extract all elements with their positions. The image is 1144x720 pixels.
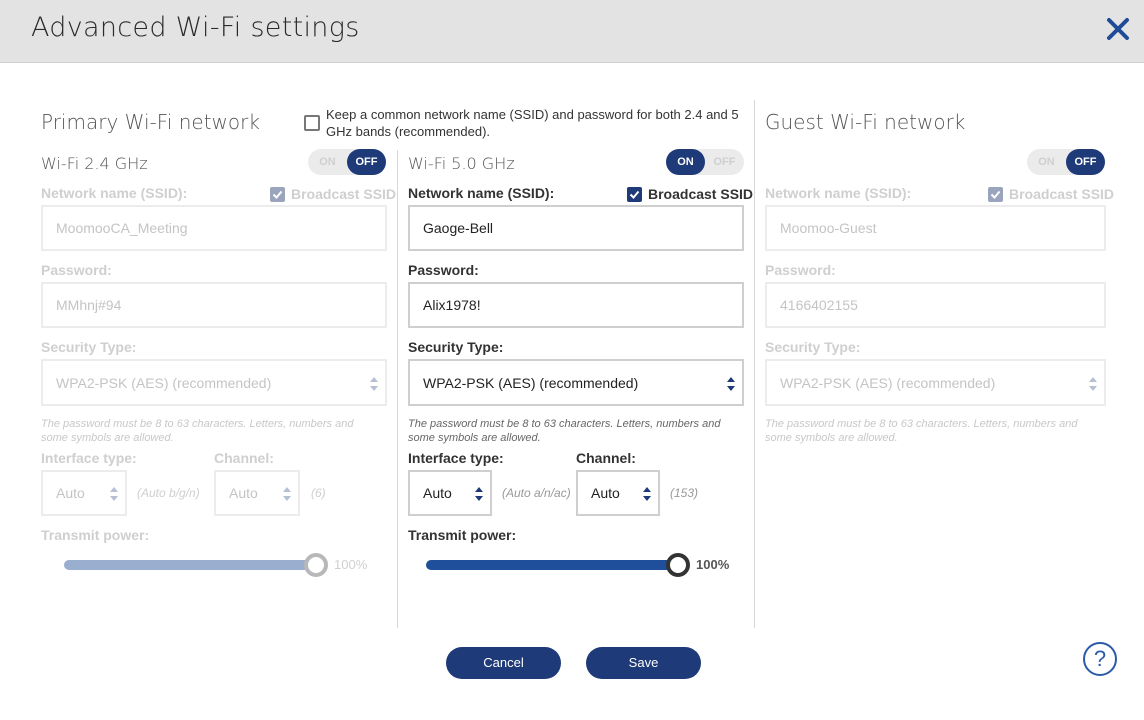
password-help-text: The password must be 8 to 63 characters.… [765, 418, 1078, 444]
select-arrows-icon [283, 487, 291, 501]
security-label: Security Type: [41, 339, 137, 355]
ssid-label: Network name (SSID): [408, 185, 555, 201]
primary-network-title: Primary Wi-Fi network [41, 110, 260, 134]
save-button[interactable]: Save [586, 647, 701, 679]
password-help-text: The password must be 8 to 63 characters.… [41, 418, 354, 444]
guest-toggle[interactable]: ON OFF [1027, 149, 1105, 175]
interface-type-value: Auto [56, 485, 85, 501]
broadcast-ssid-checkbox[interactable] [988, 187, 1003, 202]
select-arrows-icon [370, 377, 378, 391]
band-24-toggle[interactable]: ON OFF [308, 149, 386, 175]
interface-type-select[interactable]: Auto [408, 470, 492, 516]
select-arrows-icon [643, 487, 651, 501]
dialog-header: Advanced Wi-Fi settings [0, 0, 1144, 63]
band-24-title: Wi-Fi 2.4 GHz [41, 154, 148, 173]
select-arrows-icon [1089, 377, 1097, 391]
transmit-power-value: 100% [334, 557, 368, 572]
ssid-input[interactable]: Moomoo-Guest [765, 205, 1106, 251]
help-icon[interactable]: ? [1083, 642, 1117, 676]
channel-select[interactable]: Auto [214, 470, 300, 516]
toggle-off-label: OFF [1074, 156, 1097, 168]
select-arrows-icon [727, 377, 735, 391]
channel-aux: (153) [670, 486, 699, 500]
ssid-input[interactable]: MoomooCA_Meeting [41, 205, 387, 251]
password-label: Password: [408, 262, 479, 278]
security-value: WPA2-PSK (AES) (recommended) [56, 374, 272, 391]
transmit-power-track[interactable] [426, 560, 678, 570]
password-label: Password: [765, 262, 836, 278]
security-value: WPA2-PSK (AES) (recommended) [423, 374, 639, 391]
common-ssid-label: Keep a common network name (SSID) and pa… [326, 107, 739, 139]
transmit-power-thumb[interactable] [304, 553, 328, 577]
toggle-off-label: OFF [713, 156, 736, 168]
column-divider [397, 150, 398, 628]
interface-type-label: Interface type: [41, 450, 137, 466]
transmit-power-thumb[interactable] [666, 553, 690, 577]
interface-type-aux: (Auto b/g/n) [137, 486, 200, 500]
channel-value: Auto [591, 485, 620, 501]
dialog-title: Advanced Wi-Fi settings [31, 12, 360, 43]
broadcast-ssid-label: Broadcast SSID [291, 186, 397, 202]
password-label: Password: [41, 262, 112, 278]
channel-label: Channel: [214, 450, 274, 466]
ssid-label: Network name (SSID): [41, 185, 188, 201]
interface-type-label: Interface type: [408, 450, 504, 466]
broadcast-ssid-checkbox[interactable] [270, 187, 285, 202]
security-label: Security Type: [765, 339, 861, 355]
close-icon[interactable] [1104, 15, 1132, 43]
security-select[interactable]: WPA2-PSK (AES) (recommended) [765, 359, 1106, 406]
toggle-on-label: ON [677, 156, 694, 168]
broadcast-ssid-checkbox[interactable] [627, 187, 642, 202]
broadcast-ssid-label: Broadcast SSID [648, 186, 754, 202]
channel-select[interactable]: Auto [576, 470, 660, 516]
toggle-on-label: ON [1038, 156, 1055, 168]
channel-value: Auto [229, 485, 258, 501]
guest-network-title: Guest Wi-Fi network [765, 110, 966, 134]
column-divider [754, 100, 755, 628]
select-arrows-icon [475, 487, 483, 501]
broadcast-ssid-label: Broadcast SSID [1009, 186, 1115, 202]
password-input[interactable]: MMhnj#94 [41, 282, 387, 328]
toggle-off-label: OFF [355, 156, 378, 168]
channel-label: Channel: [576, 450, 636, 466]
ssid-input[interactable]: Gaoge-Bell [408, 205, 744, 251]
cancel-button[interactable]: Cancel [446, 647, 561, 679]
password-input[interactable]: 4166402155 [765, 282, 1106, 328]
band-50-toggle[interactable]: ON OFF [666, 149, 744, 175]
transmit-power-label: Transmit power: [41, 527, 150, 543]
toggle-on-label: ON [319, 156, 336, 168]
password-input[interactable]: Alix1978! [408, 282, 744, 328]
common-ssid-checkbox[interactable] [304, 115, 320, 131]
security-value: WPA2-PSK (AES) (recommended) [780, 374, 996, 391]
transmit-power-label: Transmit power: [408, 527, 517, 543]
password-help-text: The password must be 8 to 63 characters.… [408, 418, 721, 444]
band-50-title: Wi-Fi 5.0 GHz [408, 154, 515, 173]
select-arrows-icon [110, 487, 118, 501]
channel-aux: (6) [311, 486, 326, 500]
interface-type-aux: (Auto a/n/ac) [502, 486, 571, 500]
interface-type-value: Auto [423, 485, 452, 501]
interface-type-select[interactable]: Auto [41, 470, 127, 516]
transmit-power-value: 100% [696, 557, 730, 572]
ssid-label: Network name (SSID): [765, 185, 912, 201]
security-select[interactable]: WPA2-PSK (AES) (recommended) [41, 359, 387, 406]
transmit-power-track[interactable] [64, 560, 316, 570]
security-label: Security Type: [408, 339, 504, 355]
security-select[interactable]: WPA2-PSK (AES) (recommended) [408, 359, 744, 406]
